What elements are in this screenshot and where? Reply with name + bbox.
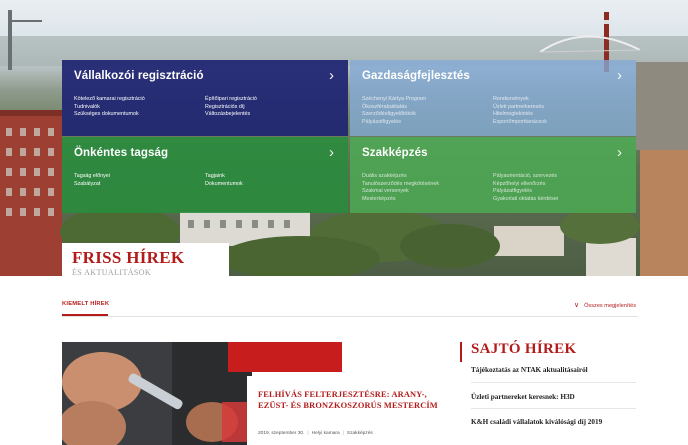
article-category[interactable]: Helyi kamara [312, 431, 340, 436]
tile-title[interactable]: Önkéntes tagság [74, 147, 336, 159]
article-tag[interactable]: Szakképzés [347, 431, 373, 436]
featured-article-image[interactable] [62, 342, 252, 445]
tile-link[interactable]: Tagság előnyei [74, 173, 205, 181]
tile-link[interactable]: Képzőhelyi ellenőrzés [493, 181, 624, 189]
tile-link[interactable]: Tagjaink [205, 173, 336, 181]
tile-link[interactable]: Pályázatfigyelés [362, 119, 493, 127]
tile-link[interactable]: Szabályzat [74, 181, 205, 189]
chevron-down-icon: ∨ [573, 302, 580, 309]
tile-link[interactable]: Gyakorlati oktatás kérdései [493, 196, 624, 204]
tile-link[interactable]: Ökoszférabuktatás [362, 104, 493, 112]
news-tab-bar: KIEMELT HÍREK ∨ Összes megjelenítés [62, 296, 638, 317]
tile-title[interactable]: Gazdaságfejlesztés [362, 70, 624, 82]
chevron-right-icon[interactable]: › [617, 66, 622, 86]
craftsman-photo [62, 342, 252, 445]
tile-szakkepzes[interactable]: Szakképzés › Duális szakképzés Tanulósze… [350, 137, 636, 213]
tile-link[interactable]: Pályaorientáció, szervezés [493, 173, 624, 181]
chevron-right-icon[interactable]: › [617, 143, 622, 163]
tile-link[interactable]: Szerződésfigyelőtökök [362, 111, 493, 119]
featured-accent-block [228, 342, 342, 372]
tile-link[interactable]: Pályázatfigyelés [493, 188, 624, 196]
tile-gazdasagfejlesztes[interactable]: Gazdaságfejlesztés › Széchenyi Kártya Pr… [350, 60, 636, 136]
tile-link[interactable]: Széchenyi Kártya Program [362, 96, 493, 104]
tile-link[interactable]: Rendezvények [493, 96, 624, 104]
section-subtitle: ÉS AKTUALITÁSOK [72, 268, 152, 277]
featured-article-meta: 2019. szeptember 30. | Helyi kamara | Szakké… [258, 431, 373, 436]
press-news-item[interactable]: Tájékoztatás az NTAK aktualitásairól [471, 366, 636, 375]
active-tab-indicator [62, 314, 108, 316]
section-accent-bar [460, 342, 462, 362]
tile-link[interactable]: Építőipari regisztráció [205, 96, 336, 104]
section-heading-friss-hirek: FRISS HÍREK ÉS AKTUALITÁSOK [62, 243, 229, 279]
tab-kiemelt-hirek[interactable]: KIEMELT HÍREK [62, 301, 109, 307]
tile-link[interactable]: Hitelmegtekintés [493, 111, 624, 119]
all-news-link[interactable]: ∨ Összes megjelenítés [574, 301, 636, 309]
tile-onkentes-tagsag[interactable]: Önkéntes tagság › Tagság előnyei Szabály… [62, 137, 348, 213]
tile-title[interactable]: Vállalkozói regisztráció [74, 70, 336, 82]
chevron-right-icon[interactable]: › [329, 143, 334, 163]
tile-link[interactable]: Kötelező kamarai regisztráció [74, 96, 205, 104]
section-title: FRISS HÍREK [72, 248, 185, 267]
tile-link[interactable]: Duális szakképzés [362, 173, 493, 181]
chevron-right-icon[interactable]: › [329, 66, 334, 86]
tile-link[interactable]: Üzleti partnerkeresés [493, 104, 624, 112]
tile-link[interactable]: Dokumentumok [205, 181, 336, 189]
divider [471, 408, 636, 409]
tile-link[interactable]: Regisztrációs díj [205, 104, 336, 112]
tile-link[interactable]: Változásbejelentés [205, 111, 336, 119]
tile-vallalkozoi-regisztracio[interactable]: Vállalkozói regisztráció › Kötelező kama… [62, 60, 348, 136]
tile-link[interactable]: Tudnivalók [74, 104, 205, 112]
featured-article-card[interactable]: FELHÍVÁS FELTERJESZTÉSRE: ARANY-, EZÜST-… [247, 376, 438, 445]
divider [471, 382, 636, 383]
tile-link[interactable]: Tanulószerződés megkötésének [362, 181, 493, 189]
featured-article-title[interactable]: FELHÍVÁS FELTERJESZTÉSRE: ARANY-, EZÜST-… [258, 389, 438, 411]
press-news-item[interactable]: Üzleti partnereket keresnek: H3D [471, 393, 636, 402]
press-news-item[interactable]: K&H családi vállalatok kiválósági díj 20… [471, 418, 636, 427]
tile-link[interactable]: Export/Importtanácsok [493, 119, 624, 127]
article-date: 2019. szeptember 30. [258, 431, 305, 436]
tile-title[interactable]: Szakképzés [362, 147, 624, 159]
tile-link[interactable]: Mesterképzés [362, 196, 493, 204]
all-news-label[interactable]: Összes megjelenítés [584, 303, 636, 309]
press-news-title: SAJTÓ HÍREK [471, 341, 577, 357]
tile-link[interactable]: Szakmai versenyek [362, 188, 493, 196]
tile-link[interactable]: Szükséges dokumentumok [74, 111, 205, 119]
